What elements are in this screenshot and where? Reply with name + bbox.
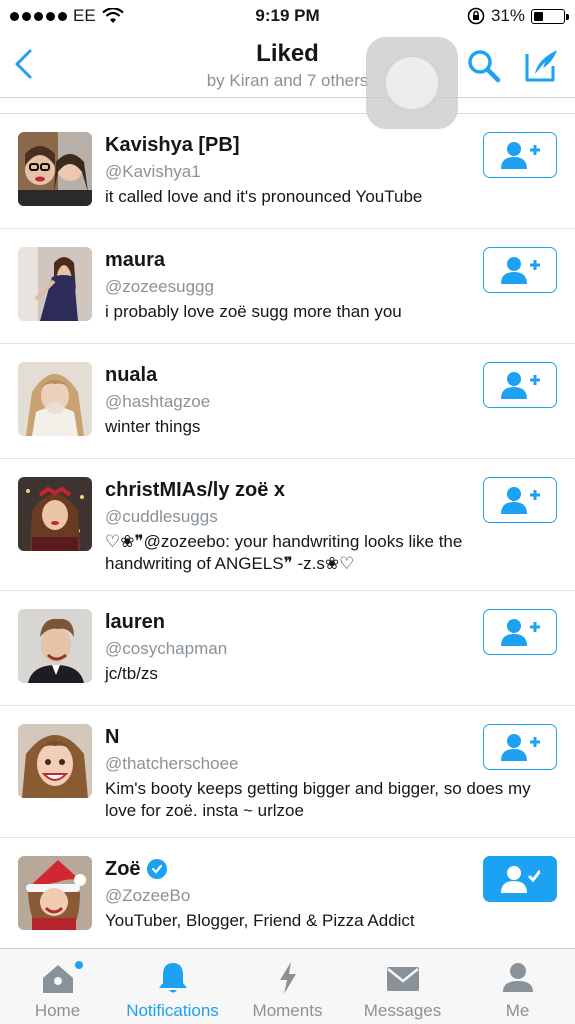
- liked-by-list: Kavishya [PB] @Kavishya1 it called love …: [0, 113, 575, 953]
- tab-notifications-label: Notifications: [126, 1001, 219, 1020]
- compose-icon: [525, 50, 557, 82]
- user-bio: Kim's booty keeps getting bigger and big…: [105, 779, 531, 820]
- nav-bar: Liked by Kiran and 7 others: [0, 34, 575, 129]
- list-item[interactable]: maura @zozeesuggg i probably love zoë su…: [0, 229, 575, 344]
- user-info: Zoë @ZozeeBo YouTuber, Blogger, Friend &…: [105, 856, 475, 932]
- user-info: christMIAs/ly zoë x @cuddlesuggs ♡❀❞@zoz…: [105, 477, 545, 575]
- list-item[interactable]: lauren @cosychapman jc/tb/zs: [0, 591, 575, 706]
- user-info: lauren @cosychapman jc/tb/zs: [105, 609, 475, 685]
- user-bio: jc/tb/zs: [105, 664, 158, 683]
- lightning-icon: [279, 962, 296, 994]
- user-handle: @Kavishya1: [105, 162, 201, 181]
- tab-me-label: Me: [505, 1001, 530, 1020]
- user-handle: @cosychapman: [105, 639, 228, 658]
- avatar[interactable]: [18, 247, 92, 321]
- tab-moments-label: Moments: [252, 1001, 323, 1020]
- list-item[interactable]: Zoë @ZozeeBo YouTuber, Blogger, Friend &…: [0, 838, 575, 953]
- user-handle: @thatcherschoee: [105, 754, 239, 773]
- add-user-icon: [501, 257, 540, 284]
- tab-notifications[interactable]: Notifications: [115, 949, 230, 1024]
- home-icon: [42, 965, 73, 993]
- add-user-icon: [501, 734, 540, 761]
- list-item[interactable]: Kavishya [PB] @Kavishya1 it called love …: [0, 114, 575, 229]
- person-icon: [502, 963, 533, 992]
- add-user-icon: [501, 487, 540, 514]
- avatar[interactable]: [18, 609, 92, 683]
- user-bio: it called love and it's pronounced YouTu…: [105, 187, 423, 206]
- user-handle: @zozeesuggg: [105, 277, 214, 296]
- tab-messages-label: Messages: [363, 1001, 442, 1020]
- search-icon: [468, 50, 501, 83]
- follow-button[interactable]: [483, 477, 557, 523]
- home-notification-dot: [74, 960, 84, 970]
- user-name: nuala: [105, 364, 158, 386]
- user-bio: ♡❀❞@zozeebo: your handwriting looks like…: [105, 532, 463, 573]
- envelope-icon: [386, 967, 419, 991]
- avatar[interactable]: [18, 856, 92, 930]
- user-name: maura: [105, 249, 166, 271]
- user-handle: @cuddlesuggs: [105, 507, 218, 526]
- user-info: maura @zozeesuggg i probably love zoë su…: [105, 247, 475, 323]
- tab-home-label: Home: [34, 1001, 81, 1020]
- user-info: nuala @hashtagzoe winter things: [105, 362, 475, 438]
- tab-bar: Home Notifications Moments Messages Me: [0, 948, 575, 1024]
- orientation-lock-icon: [467, 7, 485, 25]
- add-user-icon: [501, 619, 540, 646]
- user-name: lauren: [105, 611, 166, 633]
- follow-button[interactable]: [483, 609, 557, 655]
- user-info: Kavishya [PB] @Kavishya1 it called love …: [105, 132, 475, 208]
- user-info: N @thatcherschoee Kim's booty keeps gett…: [105, 724, 545, 822]
- user-bio: YouTuber, Blogger, Friend & Pizza Addict: [105, 911, 415, 930]
- status-right: 31%: [467, 6, 569, 26]
- user-name: Kavishya [PB]: [105, 134, 240, 156]
- follow-button[interactable]: [483, 362, 557, 408]
- follow-button[interactable]: [483, 132, 557, 178]
- avatar[interactable]: [18, 362, 92, 436]
- follow-button[interactable]: [483, 724, 557, 770]
- user-name: N: [105, 726, 120, 748]
- avatar[interactable]: [18, 477, 92, 551]
- avatar[interactable]: [18, 724, 92, 798]
- search-button[interactable]: [466, 48, 502, 84]
- bell-icon: [158, 963, 187, 993]
- status-bar: EE 9:19 PM 31%: [0, 0, 575, 34]
- list-item[interactable]: N @thatcherschoee Kim's booty keeps gett…: [0, 706, 575, 838]
- compose-button[interactable]: [523, 46, 561, 84]
- tab-home[interactable]: Home: [0, 949, 115, 1024]
- tab-messages[interactable]: Messages: [345, 949, 460, 1024]
- battery-percent: 31%: [490, 6, 525, 25]
- following-button[interactable]: [483, 856, 557, 902]
- list-item[interactable]: christMIAs/ly zoë x @cuddlesuggs ♡❀❞@zoz…: [0, 459, 575, 591]
- follow-button[interactable]: [483, 247, 557, 293]
- user-check-icon: [501, 866, 540, 893]
- user-name: Zoë: [105, 858, 141, 880]
- add-user-icon: [501, 372, 540, 399]
- user-bio: winter things: [105, 417, 201, 436]
- user-name: christMIAs/ly zoë x: [105, 479, 286, 501]
- add-user-icon: [501, 142, 540, 169]
- user-handle: @hashtagzoe: [105, 392, 211, 411]
- list-item[interactable]: nuala @hashtagzoe winter things: [0, 344, 575, 459]
- battery-icon: [531, 8, 569, 24]
- user-handle: @ZozeeBo: [105, 886, 191, 905]
- user-bio: i probably love zoë sugg more than you: [105, 302, 402, 321]
- avatar[interactable]: [18, 132, 92, 206]
- verified-badge-icon: [146, 859, 167, 879]
- tab-me[interactable]: Me: [460, 949, 575, 1024]
- tab-moments[interactable]: Moments: [230, 949, 345, 1024]
